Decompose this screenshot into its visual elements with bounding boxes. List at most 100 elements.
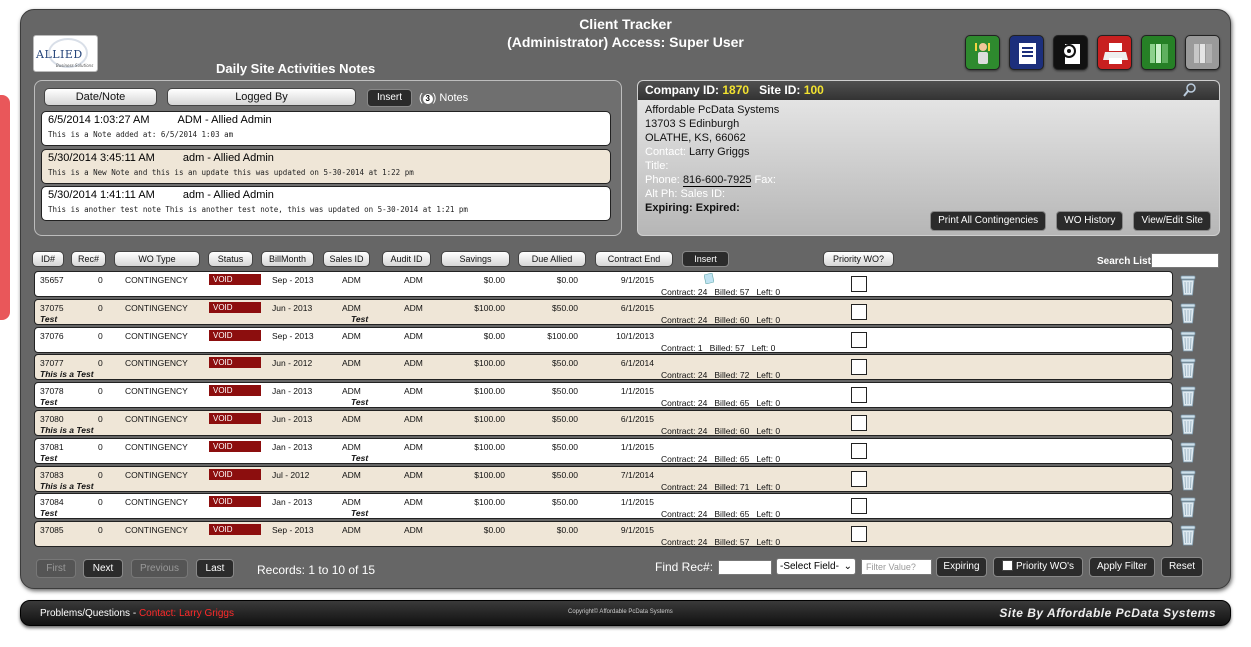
expiring-button[interactable]: Expiring xyxy=(936,557,987,577)
settings-document-icon[interactable] xyxy=(1053,35,1088,70)
expired-label: Expired: xyxy=(695,202,740,214)
trash-icon[interactable] xyxy=(1179,302,1197,328)
column-wo-type[interactable]: WO Type xyxy=(114,251,200,267)
note-item[interactable]: 6/5/2014 1:03:27 AM ADM - Allied Admin Th… xyxy=(41,111,611,146)
column-priority[interactable]: Priority WO? xyxy=(823,251,894,267)
table-row[interactable]: 37083 0 CONTINGENCY Jul - 2012 ADM ADM $100.00… xyxy=(34,466,1173,492)
priority-checkbox[interactable] xyxy=(851,498,867,514)
trash-icon[interactable] xyxy=(1179,469,1197,495)
first-page-button[interactable]: First xyxy=(36,559,76,578)
table-row[interactable]: 37077 0 CONTINGENCY Jun - 2012 ADM ADM $100.00… xyxy=(34,354,1173,380)
reset-button[interactable]: Reset xyxy=(1161,557,1203,577)
date-note-button[interactable]: Date/Note xyxy=(44,88,157,106)
contact-name: Larry Griggs xyxy=(689,146,750,158)
row-billmonth: Jan - 2013 xyxy=(272,386,313,396)
row-sales-id: ADM xyxy=(342,470,361,480)
row-wo-type: CONTINGENCY xyxy=(125,331,188,341)
trash-icon[interactable] xyxy=(1179,524,1197,550)
side-tab[interactable] xyxy=(0,95,10,320)
row-savings: $100.00 xyxy=(474,442,505,452)
footer-contact-name[interactable]: Larry Griggs xyxy=(179,608,234,619)
books-gray-icon[interactable] xyxy=(1185,35,1220,70)
logged-by-button[interactable]: Logged By xyxy=(167,88,356,106)
phone-value[interactable]: 816-600-7925 xyxy=(682,174,752,187)
priority-checkbox[interactable] xyxy=(851,387,867,403)
row-note: Test xyxy=(40,508,58,518)
filter-value-input[interactable]: Filter Value? xyxy=(861,559,932,575)
row-contract-totals: Contract: 24 Billed: 65 Left: 0 xyxy=(661,398,781,408)
row-id: 35657 xyxy=(40,275,64,285)
printer-icon[interactable] xyxy=(1097,35,1132,70)
priority-checkbox[interactable] xyxy=(851,276,867,292)
note-date: 5/30/2014 3:45:11 AM xyxy=(48,152,155,164)
note-text: This is another test note This is anothe… xyxy=(48,205,468,214)
priority-checkbox[interactable] xyxy=(851,415,867,431)
document-icon[interactable] xyxy=(1009,35,1044,70)
row-id: 37083 xyxy=(40,470,64,480)
books-icon[interactable] xyxy=(1141,35,1176,70)
priority-checkbox[interactable] xyxy=(851,304,867,320)
table-row[interactable]: 35657 0 CONTINGENCY Sep - 2013 ADM ADM $0.00 $0… xyxy=(34,271,1173,297)
table-row[interactable]: 37081 0 CONTINGENCY Jan - 2013 ADM ADM $100.00… xyxy=(34,438,1173,464)
table-row[interactable]: 37075 0 CONTINGENCY Jun - 2013 ADM ADM $100.00… xyxy=(34,299,1173,325)
trash-icon[interactable] xyxy=(1179,385,1197,411)
column-audit-id[interactable]: Audit ID xyxy=(382,251,431,267)
row-rec: 0 xyxy=(98,303,103,313)
trash-icon[interactable] xyxy=(1179,274,1197,300)
status-badge: VOID xyxy=(209,302,261,313)
column-sales-id[interactable]: Sales ID xyxy=(323,251,370,267)
row-billmonth: Sep - 2013 xyxy=(272,525,314,535)
column-rec[interactable]: Rec# xyxy=(71,251,106,267)
table-row[interactable]: 37084 0 CONTINGENCY Jan - 2013 ADM ADM $100.00… xyxy=(34,493,1173,519)
table-row[interactable]: 37080 0 CONTINGENCY Jun - 2013 ADM ADM $100.00… xyxy=(34,410,1173,436)
row-savings: $0.00 xyxy=(483,331,505,341)
row-contract-end: 6/1/2015 xyxy=(620,303,654,313)
find-rec-input[interactable] xyxy=(718,560,772,575)
insert-wo-button[interactable]: Insert xyxy=(682,251,729,267)
company-address1: 13703 S Edinburgh xyxy=(645,118,740,130)
select-field-dropdown[interactable]: -Select Field- ⌄ xyxy=(776,558,856,575)
priority-checkbox[interactable] xyxy=(851,526,867,542)
insert-note-button[interactable]: Insert xyxy=(367,89,412,107)
table-row[interactable]: 37085 0 CONTINGENCY Sep - 2013 ADM ADM $0.00 $0… xyxy=(34,521,1173,547)
last-page-button[interactable]: Last xyxy=(196,559,234,578)
column-id[interactable]: ID# xyxy=(32,251,64,267)
users-icon[interactable] xyxy=(965,35,1000,70)
row-due-allied: $50.00 xyxy=(552,303,578,313)
wo-history-button[interactable]: WO History xyxy=(1056,211,1124,231)
priority-checkbox[interactable] xyxy=(851,471,867,487)
print-contingencies-button[interactable]: Print All Contingencies xyxy=(930,211,1047,231)
magnifier-icon[interactable] xyxy=(1183,83,1197,103)
priority-checkbox[interactable] xyxy=(851,443,867,459)
view-edit-site-button[interactable]: View/Edit Site xyxy=(1133,211,1211,231)
next-page-button[interactable]: Next xyxy=(83,559,123,578)
trash-icon[interactable] xyxy=(1179,496,1197,522)
row-billmonth: Jul - 2012 xyxy=(272,470,310,480)
row-sales-id: ADM xyxy=(342,525,361,535)
trash-icon[interactable] xyxy=(1179,413,1197,439)
priority-checkbox[interactable] xyxy=(851,332,867,348)
table-row[interactable]: 37076 0 CONTINGENCY Sep - 2013 ADM ADM $0.00 $1… xyxy=(34,327,1173,353)
column-contract-end[interactable]: Contract End xyxy=(595,251,673,267)
column-status[interactable]: Status xyxy=(208,251,253,267)
priority-checkbox[interactable] xyxy=(851,359,867,375)
search-list-input[interactable] xyxy=(1151,253,1219,268)
note-item[interactable]: 5/30/2014 3:45:11 AM adm - Allied Admin T… xyxy=(41,149,611,184)
note-icon[interactable] xyxy=(703,272,715,286)
previous-page-button[interactable]: Previous xyxy=(131,559,188,578)
row-note: Test xyxy=(40,453,58,463)
column-billmonth[interactable]: BillMonth xyxy=(261,251,314,267)
column-due-allied[interactable]: Due Allied xyxy=(518,251,586,267)
footer-site-by[interactable]: Site By Affordable PcData Systems xyxy=(999,606,1216,620)
trash-icon[interactable] xyxy=(1179,357,1197,383)
trash-icon[interactable] xyxy=(1179,441,1197,467)
priority-filter-checkbox[interactable] xyxy=(1001,560,1013,571)
row-contract-totals: Contract: 1 Billed: 57 Left: 0 xyxy=(661,343,776,353)
column-savings[interactable]: Savings xyxy=(441,251,510,267)
table-row[interactable]: 37078 0 CONTINGENCY Jan - 2013 ADM ADM $100.00… xyxy=(34,382,1173,408)
priority-filter-button[interactable]: Priority WO's xyxy=(993,557,1083,577)
trash-icon[interactable] xyxy=(1179,330,1197,356)
note-item[interactable]: 5/30/2014 1:41:11 AM adm - Allied Admin T… xyxy=(41,186,611,221)
row-due-allied: $50.00 xyxy=(552,442,578,452)
apply-filter-button[interactable]: Apply Filter xyxy=(1089,557,1155,577)
